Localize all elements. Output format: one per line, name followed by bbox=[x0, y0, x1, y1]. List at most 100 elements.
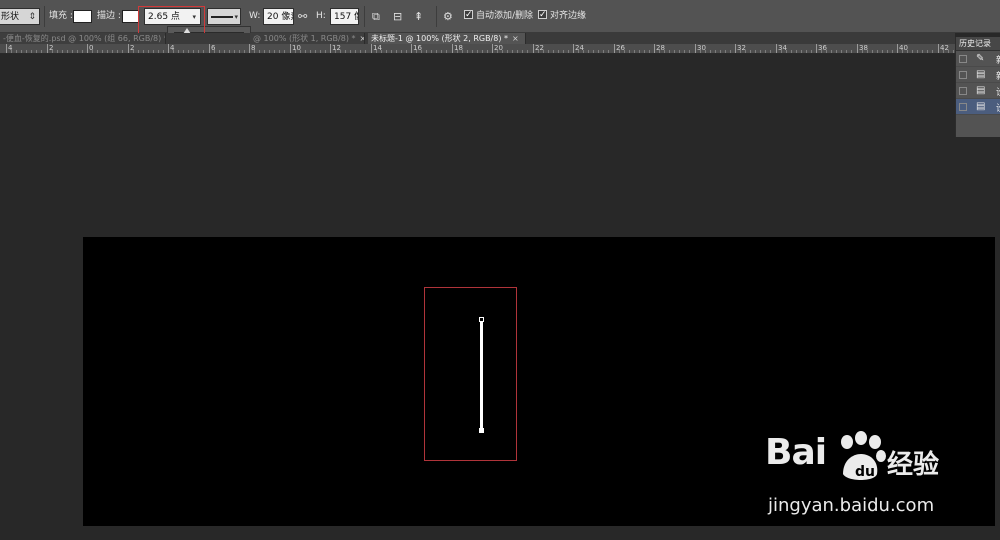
tab-label: @ 100% (形状 1, RGB/8) * bbox=[253, 34, 356, 43]
ruler-minor-tick bbox=[77, 50, 78, 53]
ruler-minor-tick bbox=[538, 50, 539, 53]
ruler-minor-tick bbox=[720, 50, 721, 53]
ruler-minor-tick bbox=[841, 50, 842, 53]
tab-document-3[interactable]: 未标题-1 @ 100% (形状 2, RGB/8) * × bbox=[368, 33, 526, 44]
ruler-minor-tick bbox=[700, 50, 701, 53]
ruler-minor-tick bbox=[740, 50, 741, 53]
ruler-minor-tick bbox=[178, 50, 179, 53]
history-item-selected[interactable]: ▤ 设 bbox=[956, 99, 1000, 115]
ruler-minor-tick bbox=[619, 50, 620, 53]
width-field[interactable]: 20 像素 bbox=[263, 8, 294, 25]
ruler-tick bbox=[816, 44, 817, 53]
ruler-minor-tick bbox=[436, 50, 437, 53]
ruler-minor-tick bbox=[932, 50, 933, 53]
ruler-tick bbox=[249, 44, 250, 53]
history-item-label: 新 bbox=[996, 69, 1000, 82]
pen-icon: ✎ bbox=[976, 53, 985, 64]
link-icon[interactable]: ⚯ bbox=[298, 8, 307, 25]
align-edges-label: 对齐边缘 bbox=[550, 11, 587, 21]
history-item[interactable]: ▤ 新 bbox=[956, 67, 1000, 83]
auto-add-delete-label: 自动添加/删除 bbox=[476, 11, 534, 21]
close-icon[interactable]: × bbox=[360, 34, 365, 43]
stroke-line-preview-icon bbox=[211, 16, 233, 18]
tab-document-2[interactable]: @ 100% (形状 1, RGB/8) * × bbox=[250, 33, 365, 44]
tool-mode-select[interactable]: 形状 ⇕ bbox=[0, 8, 40, 25]
ruler-minor-tick bbox=[117, 50, 118, 53]
path-anchor-point[interactable] bbox=[479, 428, 484, 433]
ruler-minor-tick bbox=[948, 50, 949, 53]
height-field[interactable]: 157 像素 bbox=[330, 8, 359, 25]
history-panel-title[interactable]: 历史记录 bbox=[956, 37, 1000, 51]
updown-arrows-icon: ⇕ bbox=[28, 12, 36, 22]
horizontal-ruler[interactable]: 4 2 0 2 4 6 8 10 12 14 16 18 20 22 24 26 28 30 32 34 36 38 40 4… bbox=[0, 44, 955, 54]
stroke-label: 描边 : bbox=[97, 11, 121, 21]
ruler-minor-tick bbox=[705, 50, 706, 53]
ruler-minor-tick bbox=[396, 50, 397, 53]
tab-document-1[interactable]: -便血-恢复的.psd @ 100% (组 66, RGB/8) * bbox=[0, 33, 166, 44]
ruler-minor-tick bbox=[163, 50, 164, 53]
watermark-logo-text: Bai bbox=[765, 432, 827, 473]
ruler-minor-tick bbox=[821, 50, 822, 53]
ruler-minor-tick bbox=[760, 50, 761, 53]
history-item[interactable]: ▤ 设 bbox=[956, 83, 1000, 99]
ruler-minor-tick bbox=[624, 50, 625, 53]
history-item[interactable]: ✎ 新 bbox=[956, 51, 1000, 67]
ruler-minor-tick bbox=[578, 50, 579, 53]
ruler-minor-tick bbox=[360, 50, 361, 53]
ruler-minor-tick bbox=[867, 50, 868, 53]
divider bbox=[436, 6, 437, 27]
ruler-minor-tick bbox=[755, 50, 756, 53]
ruler-minor-tick bbox=[791, 50, 792, 53]
stroke-width-field[interactable]: 2.65 点 ▾ bbox=[144, 8, 201, 25]
ruler-minor-tick bbox=[502, 50, 503, 53]
ruler-minor-tick bbox=[214, 50, 215, 53]
ruler-minor-tick bbox=[786, 50, 787, 53]
tool-mode-label: 形状 bbox=[1, 12, 20, 22]
line-shape[interactable] bbox=[480, 320, 483, 431]
ruler-minor-tick bbox=[274, 50, 275, 53]
auto-add-delete-checkbox[interactable]: 自动添加/删除 bbox=[464, 7, 534, 25]
ruler-tick bbox=[897, 44, 898, 53]
ruler-minor-tick bbox=[386, 50, 387, 53]
snapshot-checkbox[interactable] bbox=[959, 103, 967, 111]
ruler-minor-tick bbox=[148, 50, 149, 53]
snapshot-checkbox[interactable] bbox=[959, 87, 967, 95]
ruler-minor-tick bbox=[851, 50, 852, 53]
ruler-minor-tick bbox=[598, 50, 599, 53]
ruler-minor-tick bbox=[482, 50, 483, 53]
fill-color-swatch[interactable] bbox=[73, 10, 92, 23]
ruler-tick bbox=[573, 44, 574, 53]
ruler-tick bbox=[290, 44, 291, 53]
ruler-tick bbox=[533, 44, 534, 53]
snapshot-checkbox[interactable] bbox=[959, 71, 967, 79]
ruler-minor-tick bbox=[381, 50, 382, 53]
dropdown-arrow-icon: ▾ bbox=[234, 13, 238, 21]
ruler-tick bbox=[614, 44, 615, 53]
path-alignment-icon[interactable]: ⊟ bbox=[393, 8, 402, 25]
ruler-minor-tick bbox=[401, 50, 402, 53]
history-item-label: 设 bbox=[996, 85, 1000, 98]
ruler-minor-tick bbox=[882, 50, 883, 53]
shape-bounding-box[interactable] bbox=[424, 287, 517, 461]
path-arrangement-icon[interactable]: ⇞ bbox=[414, 8, 423, 25]
document-tabs: -便血-恢复的.psd @ 100% (组 66, RGB/8) * @ 100… bbox=[0, 33, 955, 44]
ruler-minor-tick bbox=[183, 50, 184, 53]
ruler-tick bbox=[6, 44, 7, 53]
ruler-tick bbox=[452, 44, 453, 53]
path-operations-icon[interactable]: ⧉ bbox=[372, 8, 380, 25]
path-anchor-point[interactable] bbox=[479, 317, 484, 322]
paw-logo-icon: du bbox=[841, 431, 886, 480]
snapshot-checkbox[interactable] bbox=[959, 55, 967, 63]
gear-icon[interactable]: ⚙ bbox=[443, 8, 453, 25]
stroke-width-value: 2.65 点 bbox=[148, 12, 180, 22]
stroke-color-swatch[interactable] bbox=[122, 10, 139, 23]
ruler-minor-tick bbox=[831, 50, 832, 53]
tab-label: -便血-恢复的.psd @ 100% (组 66, RGB/8) * bbox=[3, 34, 166, 43]
align-edges-checkbox[interactable]: 对齐边缘 bbox=[538, 7, 587, 25]
ruler-minor-tick bbox=[517, 50, 518, 53]
ruler-minor-tick bbox=[730, 50, 731, 53]
document-icon: ▤ bbox=[976, 85, 986, 96]
ruler-minor-tick bbox=[467, 50, 468, 53]
stroke-type-select[interactable]: ▾ bbox=[207, 8, 241, 25]
close-icon[interactable]: × bbox=[512, 34, 519, 43]
